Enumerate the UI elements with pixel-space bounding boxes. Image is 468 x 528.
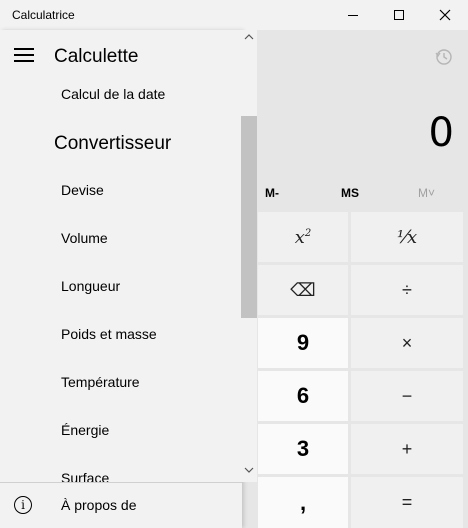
nav-item-energy[interactable]: Énergie bbox=[61, 422, 109, 438]
memory-store-button[interactable]: MS bbox=[341, 186, 359, 206]
square-label: x bbox=[294, 226, 305, 248]
plus-label: + bbox=[401, 438, 413, 459]
nav-section-converter: Convertisseur bbox=[54, 133, 172, 154]
minus-button[interactable]: − bbox=[351, 371, 463, 421]
digit-9-button[interactable]: 9 bbox=[258, 318, 348, 368]
square-button[interactable]: x2 bbox=[258, 212, 348, 262]
minus-label: − bbox=[401, 385, 413, 406]
maximize-icon bbox=[394, 10, 404, 20]
nav-item-area[interactable]: Surface bbox=[61, 470, 109, 486]
nav-item-currency[interactable]: Devise bbox=[61, 182, 104, 198]
memory-minus-button[interactable]: M- bbox=[265, 186, 279, 206]
nav-footer-divider bbox=[0, 482, 242, 483]
equals-label: = bbox=[401, 492, 413, 512]
maximize-button[interactable] bbox=[376, 0, 422, 30]
digit-6-label: 6 bbox=[296, 383, 310, 408]
navigation-pane bbox=[0, 30, 242, 528]
nav-scroll-thumb[interactable] bbox=[241, 116, 257, 318]
reciprocal-label: ⅟x bbox=[396, 226, 418, 248]
nav-item-volume[interactable]: Volume bbox=[61, 230, 108, 246]
info-icon: i bbox=[14, 496, 32, 514]
minimize-icon bbox=[348, 14, 358, 16]
close-button[interactable] bbox=[422, 0, 468, 30]
reciprocal-button[interactable]: ⅟x bbox=[351, 212, 463, 262]
multiply-label: × bbox=[401, 332, 413, 353]
digit-6-button[interactable]: 6 bbox=[258, 371, 348, 421]
digit-3-button[interactable]: 3 bbox=[258, 424, 348, 474]
minimize-button[interactable] bbox=[330, 0, 376, 30]
nav-item-weight[interactable]: Poids et masse bbox=[61, 326, 157, 342]
digit-3-label: 3 bbox=[296, 436, 310, 461]
square-exponent: 2 bbox=[304, 227, 312, 239]
hamburger-menu-icon[interactable] bbox=[14, 48, 34, 62]
memory-view-button[interactable]: M˅ bbox=[418, 186, 435, 206]
nav-item-temperature[interactable]: Température bbox=[61, 374, 140, 390]
close-icon bbox=[439, 9, 451, 21]
multiply-button[interactable]: × bbox=[351, 318, 463, 368]
window-title: Calculatrice bbox=[12, 8, 75, 22]
nav-item-date-calculation[interactable]: Calcul de la date bbox=[61, 86, 165, 102]
plus-button[interactable]: + bbox=[351, 424, 463, 474]
backspace-icon: ⌫ bbox=[290, 279, 316, 300]
nav-item-length[interactable]: Longueur bbox=[61, 278, 120, 294]
decimal-comma-label: , bbox=[299, 489, 307, 515]
equals-button[interactable]: = bbox=[351, 477, 463, 528]
nav-header: Calculette bbox=[54, 46, 139, 67]
title-bar: Calculatrice bbox=[0, 0, 468, 30]
divide-label: ÷ bbox=[402, 279, 412, 300]
decimal-comma-button[interactable]: , bbox=[258, 477, 348, 528]
divide-button[interactable]: ÷ bbox=[351, 265, 463, 315]
nav-item-about[interactable]: À propos de bbox=[61, 497, 137, 513]
history-icon[interactable] bbox=[434, 47, 454, 67]
scroll-down-icon[interactable] bbox=[244, 466, 254, 474]
display-value: 0 bbox=[428, 110, 454, 156]
scroll-up-icon[interactable] bbox=[244, 33, 254, 41]
digit-9-label: 9 bbox=[296, 330, 310, 355]
backspace-button[interactable]: ⌫ bbox=[258, 265, 348, 315]
